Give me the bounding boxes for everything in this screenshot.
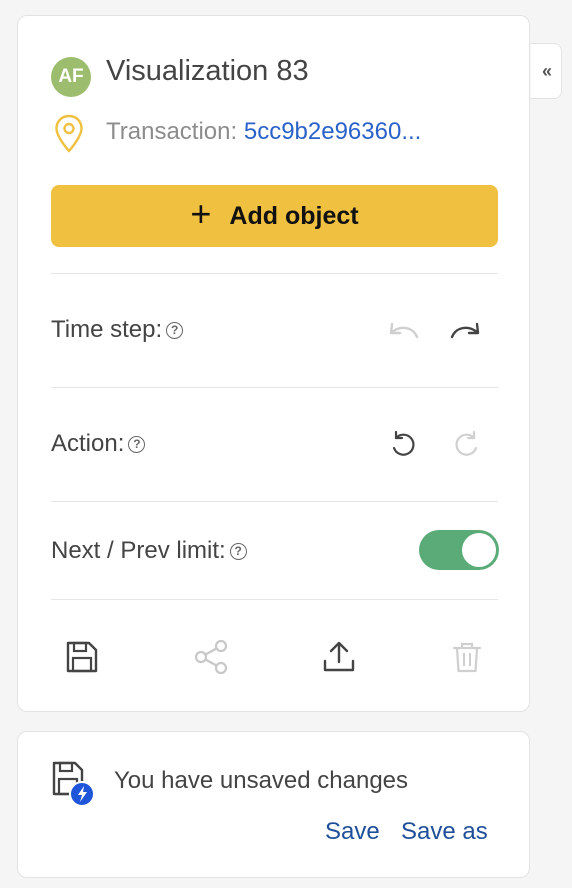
action-label: Action:: [51, 430, 125, 457]
time-step-row: Time step: ?: [51, 316, 184, 344]
visualization-panel: AF Visualization 83 Transaction: 5cc9b2e…: [17, 15, 530, 712]
page-title: Visualization 83: [106, 55, 309, 87]
undo-icon[interactable]: [386, 427, 420, 461]
transaction-label: Transaction:: [106, 118, 238, 145]
step-forward-icon[interactable]: [446, 314, 486, 348]
unsaved-changes-panel: You have unsaved changes Save Save as: [17, 731, 530, 878]
unsaved-message: You have unsaved changes: [114, 767, 409, 794]
limit-toggle[interactable]: [419, 530, 499, 570]
save-link[interactable]: Save: [325, 818, 380, 846]
divider: [51, 501, 498, 502]
divider: [51, 599, 498, 600]
help-icon[interactable]: ?: [229, 542, 247, 560]
divider: [51, 387, 498, 388]
upload-icon[interactable]: [321, 639, 357, 675]
limit-row: Next / Prev limit: ?: [51, 537, 247, 565]
add-object-label: Add object: [229, 201, 359, 230]
help-icon[interactable]: ?: [128, 435, 146, 453]
step-back-icon[interactable]: [383, 314, 423, 348]
collapse-panel-button[interactable]: ‹‹: [531, 43, 562, 99]
transaction-info: Transaction: 5cc9b2e96360...: [106, 118, 421, 146]
share-icon[interactable]: [192, 638, 230, 676]
location-pin-icon: [54, 114, 84, 159]
chevron-left-icon: ‹‹: [542, 60, 552, 81]
save-as-link[interactable]: Save as: [401, 818, 488, 846]
action-row: Action: ?: [51, 430, 146, 458]
trash-icon[interactable]: [449, 639, 485, 675]
save-icon[interactable]: [64, 639, 100, 675]
toggle-knob: [462, 533, 496, 567]
time-step-label: Time step:: [51, 316, 163, 343]
unsaved-save-icon: [51, 760, 97, 808]
limit-label: Next / Prev limit:: [51, 537, 226, 564]
plus-icon: +: [190, 193, 212, 234]
redo-icon[interactable]: [450, 427, 484, 461]
help-icon[interactable]: ?: [166, 321, 184, 339]
avatar: AF: [51, 57, 91, 97]
add-object-button[interactable]: + Add object: [51, 185, 498, 247]
transaction-link[interactable]: 5cc9b2e96360...: [244, 118, 421, 145]
divider: [51, 273, 498, 274]
